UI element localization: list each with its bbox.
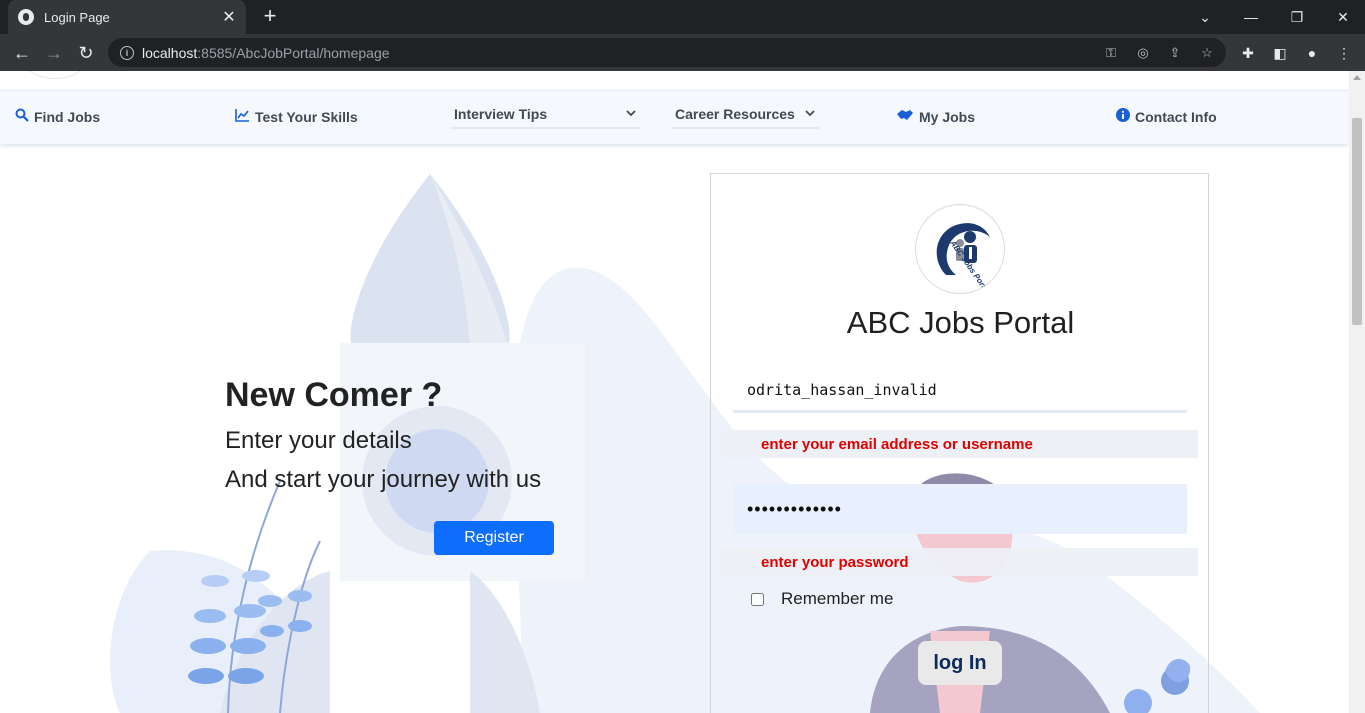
handshake-icon: [896, 108, 914, 125]
remember-me-checkbox[interactable]: [751, 592, 764, 606]
close-tab-icon[interactable]: ✕: [218, 7, 240, 27]
url-host: localhost: [142, 44, 198, 61]
remember-me-label: Remember me: [781, 589, 894, 608]
register-button[interactable]: Register: [434, 521, 554, 555]
login-card: ABC Jobs Portal ABC Jobs Portal enter yo…: [710, 173, 1209, 713]
url-path: :8585/AbcJobPortal/homepage: [197, 44, 390, 61]
nav-career-resources-label: Career Resources: [675, 106, 795, 122]
close-window-button[interactable]: ✕: [1320, 0, 1365, 34]
nav-contact-info[interactable]: Contact Info: [1116, 108, 1217, 125]
share-icon[interactable]: ⇪: [1167, 45, 1183, 61]
back-icon[interactable]: ←: [9, 40, 35, 66]
nav-interview-tips-label: Interview Tips: [454, 106, 548, 122]
bookmark-star-icon[interactable]: ☆: [1199, 45, 1215, 61]
username-error-text: enter your email address or username: [761, 436, 1033, 453]
extensions-icon[interactable]: ✚: [1238, 43, 1258, 63]
tab-title: Login Page: [44, 9, 110, 25]
newcomer-line-1: Enter your details: [225, 427, 412, 454]
nav-test-skills[interactable]: Test Your Skills: [235, 108, 358, 125]
nav-find-jobs-label: Find Jobs: [34, 108, 101, 125]
menu-icon[interactable]: ⋮: [1334, 43, 1354, 63]
browser-toolbar: ← → ↻ i localhost :8585/AbcJobPortal/hom…: [0, 34, 1365, 71]
newcomer-line-2: And start your journey with us: [225, 466, 542, 493]
page-viewport: Find Jobs Test Your Skills Interview Tip…: [0, 71, 1349, 713]
line-chart-icon: [235, 108, 250, 125]
scrollbar-thumb[interactable]: [1352, 118, 1362, 325]
abc-jobs-logo: ABC Jobs Portal: [915, 204, 1005, 294]
tab-search-icon[interactable]: ⌄: [1182, 0, 1228, 34]
forward-icon[interactable]: →: [41, 40, 67, 66]
info-circle-icon: [1116, 108, 1130, 125]
remember-me-row[interactable]: Remember me: [751, 589, 893, 609]
login-title: ABC Jobs Portal: [846, 305, 1075, 340]
scroll-up-arrow-icon[interactable]: [1353, 75, 1361, 80]
password-error-text: enter your password: [761, 554, 909, 571]
eye-off-icon[interactable]: ◎: [1135, 45, 1151, 61]
profile-icon[interactable]: ●: [1302, 43, 1322, 63]
newcomer-title: New Comer ?: [225, 376, 443, 414]
username-error-box: enter your email address or username: [721, 430, 1198, 458]
favicon-icon: [18, 9, 34, 25]
side-panel-icon[interactable]: ◧: [1270, 43, 1290, 63]
password-error-box: enter your password: [721, 548, 1198, 576]
login-button[interactable]: log In: [918, 641, 1002, 685]
nav-interview-tips-select[interactable]: Interview Tips: [450, 101, 640, 129]
nav-my-jobs[interactable]: My Jobs: [896, 108, 975, 125]
restore-button[interactable]: ❐: [1274, 0, 1320, 34]
main-navbar: Find Jobs Test Your Skills Interview Tip…: [0, 90, 1349, 144]
username-input[interactable]: [733, 369, 1187, 413]
nav-my-jobs-label: My Jobs: [919, 108, 976, 125]
address-bar[interactable]: i localhost :8585/AbcJobPortal/homepage …: [108, 38, 1226, 67]
nav-career-resources-select[interactable]: Career Resources: [671, 101, 819, 129]
chevron-down-icon: [626, 108, 636, 120]
minimize-button[interactable]: —: [1228, 0, 1274, 34]
password-input[interactable]: [733, 484, 1187, 534]
nav-test-skills-label: Test Your Skills: [255, 108, 358, 125]
search-icon: [15, 108, 29, 125]
site-info-icon[interactable]: i: [120, 45, 134, 60]
nav-find-jobs[interactable]: Find Jobs: [15, 108, 100, 125]
nav-contact-info-label: Contact Info: [1135, 108, 1217, 125]
chevron-down-icon: [805, 108, 815, 120]
browser-tab[interactable]: Login Page ✕: [8, 0, 246, 34]
key-icon[interactable]: ⚿: [1103, 45, 1119, 61]
newcomer-section: New Comer ? Enter your details And start…: [225, 376, 541, 505]
browser-titlebar: Login Page ✕ + ⌄ — ❐ ✕: [0, 0, 1365, 34]
page-scrollbar[interactable]: [1349, 71, 1365, 713]
logo-graphic: ABC Jobs Portal: [936, 223, 992, 293]
reload-icon[interactable]: ↻: [73, 40, 99, 66]
new-tab-button[interactable]: +: [258, 5, 282, 29]
